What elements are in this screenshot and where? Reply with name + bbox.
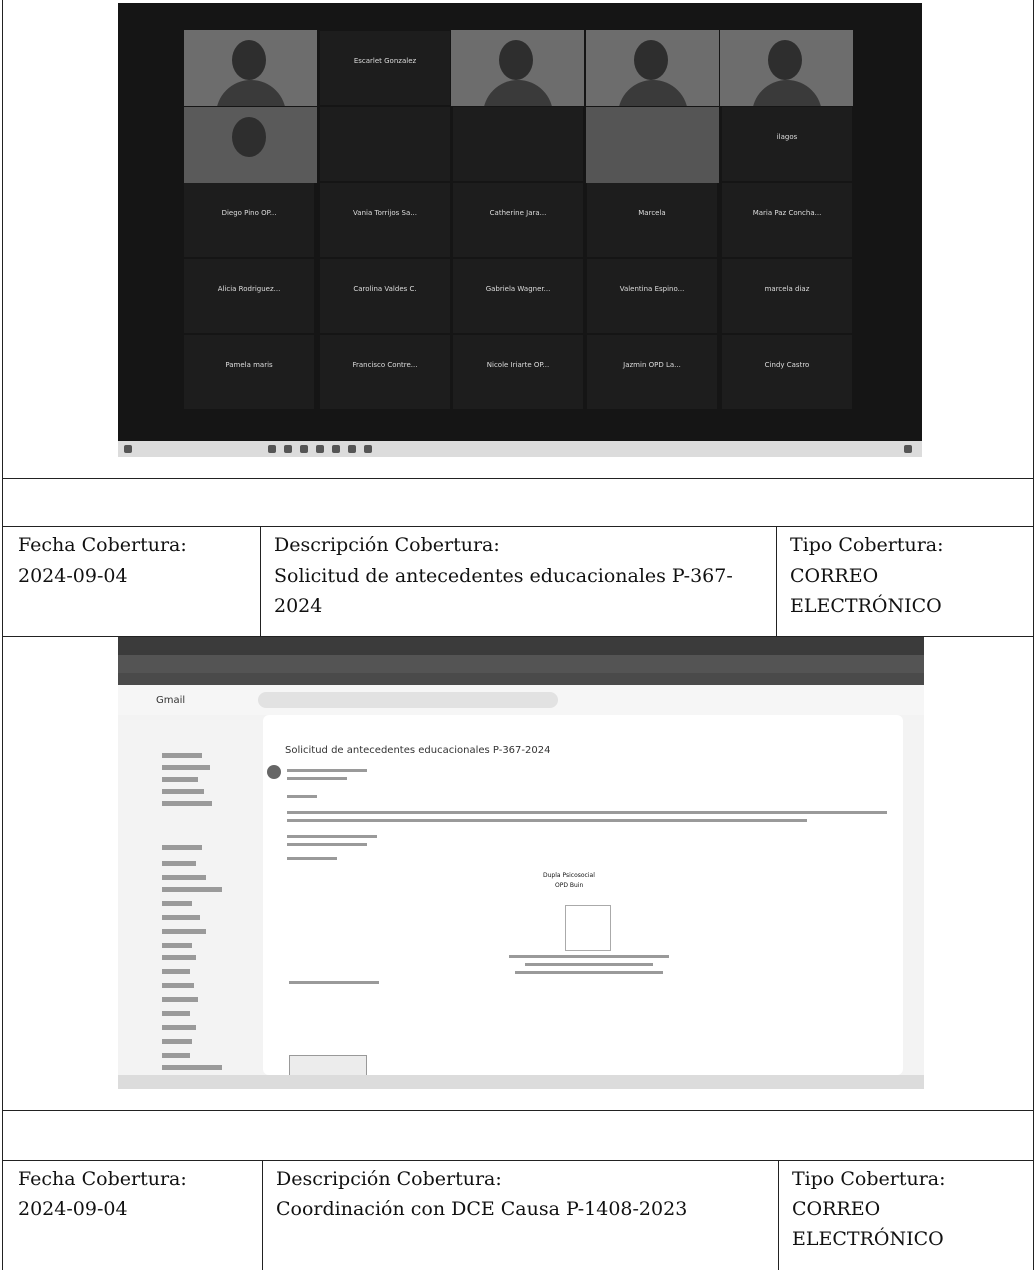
email-subject: Solicitud de antecedentes educacionales … <box>285 745 551 756</box>
taskbar-app-icon <box>268 445 276 453</box>
participant-tile <box>320 107 450 181</box>
gmail-sidebar <box>118 715 256 1075</box>
participant-tile <box>453 107 583 181</box>
browser-tab-bar <box>118 637 924 655</box>
participant-video <box>720 30 853 106</box>
participant-video <box>586 30 719 106</box>
coverage-page: Escarlet Gonzalez ilagos Diego Pino OP..… <box>2 0 1034 1270</box>
column-divider <box>776 526 777 636</box>
participant-name: Vania Torrijos Sa... <box>353 209 417 217</box>
participant-video <box>184 107 317 183</box>
tipo-value: CORREO <box>790 565 879 587</box>
participant-name: Cindy Castro <box>764 361 810 369</box>
taskbar-app-icon <box>364 445 372 453</box>
windows-taskbar <box>118 441 922 457</box>
participant-tile: Cindy Castro <box>722 335 852 409</box>
tipo-value: CORREO <box>792 1198 881 1220</box>
participant-name: Maria Paz Concha... <box>752 209 822 217</box>
fecha-label: Fecha Cobertura: <box>18 534 187 556</box>
participant-name: Carolina Valdes C. <box>353 285 417 293</box>
browser-bookmarks-bar <box>118 673 924 685</box>
participant-tile: Francisco Contre... <box>320 335 450 409</box>
participant-tile: Maria Paz Concha... <box>722 183 852 257</box>
row-divider <box>2 526 1034 527</box>
fecha-label: Fecha Cobertura: <box>18 1168 187 1190</box>
browser-address-bar <box>118 655 924 673</box>
participant-video <box>184 30 317 106</box>
participant-name: Catherine Jara... <box>489 209 547 217</box>
participant-name: ilagos <box>776 133 798 141</box>
participant-name: Jazmin OPD La... <box>623 361 681 369</box>
participant-tile: Catherine Jara... <box>453 183 583 257</box>
participant-tile: Gabriela Wagner... <box>453 259 583 333</box>
row-divider <box>2 478 1034 479</box>
gmail-logo: Gmail <box>156 695 186 706</box>
participant-tile: Marcela <box>587 183 717 257</box>
windows-start-icon <box>124 445 132 453</box>
column-divider <box>778 1160 779 1270</box>
participant-name: Alicia Rodriguez... <box>217 285 281 293</box>
notification-icon <box>904 445 912 453</box>
descripcion-value-cont: 2024 <box>274 595 323 617</box>
participant-video <box>586 107 719 183</box>
participant-tile: marcela diaz <box>722 259 852 333</box>
row-divider <box>2 1160 1034 1161</box>
tipo-label: Tipo Cobertura: <box>790 534 944 556</box>
taskbar-app-icon <box>348 445 356 453</box>
participant-name: Pamela maris <box>225 361 273 369</box>
zoom-meeting-screenshot: Escarlet Gonzalez ilagos Diego Pino OP..… <box>118 3 922 457</box>
attachment-thumbnail <box>289 1055 367 1077</box>
participant-name: Gabriela Wagner... <box>485 285 551 293</box>
descripcion-label: Descripción Cobertura: <box>276 1168 502 1190</box>
participant-name: marcela diaz <box>764 285 810 293</box>
gmail-search-input <box>258 692 558 708</box>
gmail-screenshot: Gmail Solicitud de antecedentes educacio… <box>118 637 924 1089</box>
taskbar-app-icon <box>316 445 324 453</box>
taskbar-app-icon <box>332 445 340 453</box>
participant-name: Nicole Iriarte OP... <box>486 361 550 369</box>
sender-avatar <box>267 765 281 779</box>
participant-tile: Pamela maris <box>184 335 314 409</box>
participant-tile: Diego Pino OP... <box>184 183 314 257</box>
fecha-value: 2024-09-04 <box>18 1198 128 1220</box>
participant-tile: Carolina Valdes C. <box>320 259 450 333</box>
row-divider <box>2 1110 1034 1111</box>
signature-title: Dupla Psicosocial <box>543 872 595 879</box>
signature-logo <box>565 905 611 951</box>
participant-tile: Jazmin OPD La... <box>587 335 717 409</box>
signature-org: OPD Buin <box>555 882 584 889</box>
gmail-message-pane: Solicitud de antecedentes educacionales … <box>263 715 903 1077</box>
table-left-border <box>2 0 3 1270</box>
descripcion-value: Coordinación con DCE Causa P-1408-2023 <box>276 1198 688 1220</box>
participant-tile: Valentina Espino... <box>587 259 717 333</box>
participant-name: Escarlet Gonzalez <box>353 57 417 65</box>
participant-name: Francisco Contre... <box>352 361 418 369</box>
participant-name: Diego Pino OP... <box>221 209 277 217</box>
tipo-value-cont: ELECTRÓNICO <box>792 1228 944 1250</box>
tipo-value-cont: ELECTRÓNICO <box>790 595 942 617</box>
participant-tile: ilagos <box>722 107 852 181</box>
fecha-value: 2024-09-04 <box>18 565 128 587</box>
windows-taskbar <box>118 1075 924 1089</box>
descripcion-value: Solicitud de antecedentes educacionales … <box>274 565 733 587</box>
table-right-border <box>1033 0 1034 1270</box>
participant-tile: Nicole Iriarte OP... <box>453 335 583 409</box>
descripcion-label: Descripción Cobertura: <box>274 534 500 556</box>
taskbar-app-icon <box>300 445 308 453</box>
column-divider <box>260 526 261 636</box>
participant-name: Marcela <box>638 209 666 217</box>
taskbar-app-icon <box>284 445 292 453</box>
participant-video <box>451 30 584 106</box>
participant-name: Valentina Espino... <box>619 285 685 293</box>
participant-tile: Vania Torrijos Sa... <box>320 183 450 257</box>
column-divider <box>262 1160 263 1270</box>
participant-tile: Escarlet Gonzalez <box>320 31 450 105</box>
tipo-label: Tipo Cobertura: <box>792 1168 946 1190</box>
participant-tile: Alicia Rodriguez... <box>184 259 314 333</box>
